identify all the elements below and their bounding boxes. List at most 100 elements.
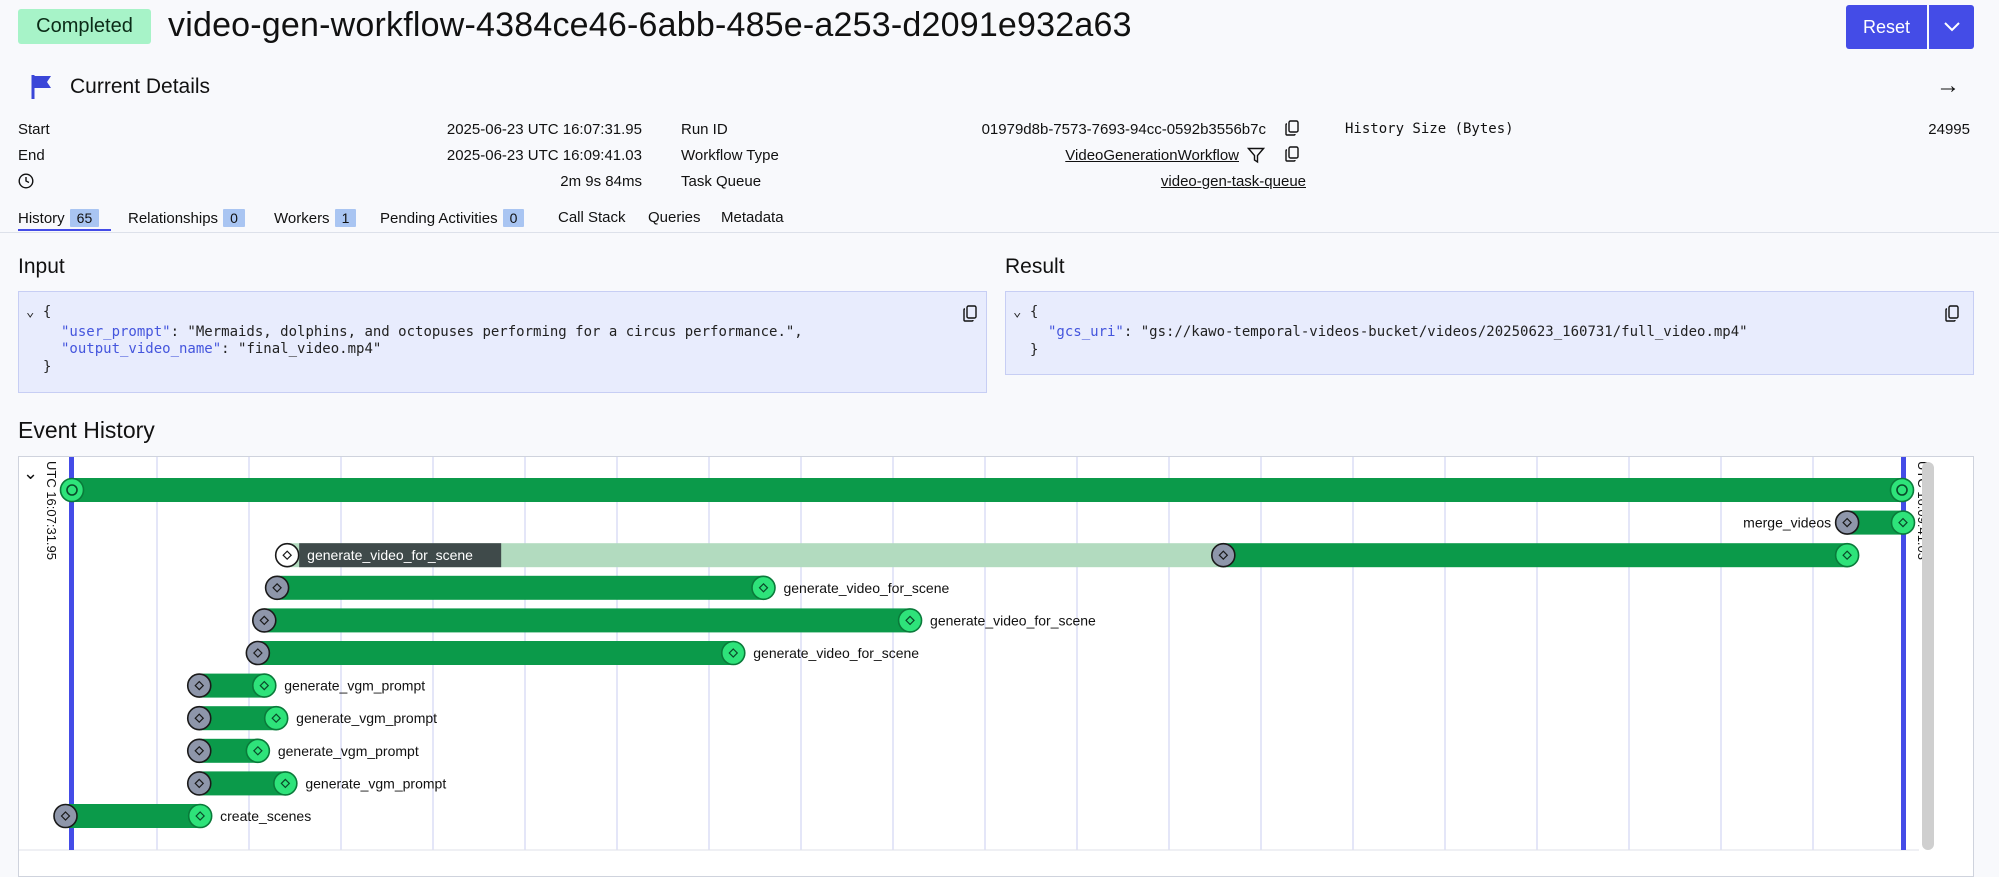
tab-call-stack[interactable]: Call Stack [558,209,626,226]
json-value: : "gs://kawo-temporal-videos-bucket/vide… [1123,324,1748,340]
history-size-value: 24995 [1928,121,1970,138]
duration-value: 2m 9s 84ms [560,173,642,190]
start-time-label: UTC 16:07:31.95 [44,461,59,560]
reset-button[interactable]: Reset [1846,5,1927,49]
activity-label: merge_videos [1743,515,1831,531]
tab-metadata[interactable]: Metadata [721,209,784,226]
event-node[interactable] [245,640,271,666]
arrow-right-icon[interactable]: → [1936,72,1960,100]
tab-label: History [18,209,65,227]
event-node[interactable] [263,705,289,731]
clock-icon [18,173,34,189]
event-node[interactable] [274,542,300,568]
tab-queries[interactable]: Queries [648,209,701,226]
activity-label: generate_video_for_scene [307,547,473,563]
event-node[interactable] [751,575,776,601]
tab-count: 0 [502,209,525,227]
run-id-label: Run ID [681,121,728,138]
activity-label: generate_video_for_scene [930,612,1096,628]
json-line: ⌄ { [26,304,51,321]
input-title: Input [18,255,65,278]
event-node[interactable] [251,608,277,633]
event-node[interactable] [720,640,746,666]
event-node[interactable] [1834,510,1860,535]
end-label: End [18,147,45,164]
json-line: "gcs_uri": "gs://kawo-temporal-videos-bu… [1048,324,1748,341]
activity-label: generate_vgm_prompt [278,743,419,759]
event-node[interactable] [186,705,212,731]
event-node[interactable] [187,803,213,829]
tab-label: Metadata [721,209,784,226]
history-size-label: History Size (Bytes) [1345,121,1514,137]
event-node[interactable] [251,673,277,698]
activity-bar[interactable] [199,771,286,796]
tab-workers[interactable]: Workers 1 [274,209,357,227]
tab-count: 1 [334,209,357,227]
event-node[interactable] [273,771,298,796]
workflow-type-link[interactable]: VideoGenerationWorkflow [1065,147,1239,164]
tab-count: 0 [223,209,245,227]
tab-pending-activities[interactable]: Pending Activities 0 [380,209,525,227]
tab-relationships[interactable]: Relationships 0 [128,209,245,227]
json-brace: } [1030,342,1039,358]
workflow-bar[interactable] [71,478,1903,502]
event-node[interactable] [1211,542,1236,568]
active-tab-indicator [18,229,111,231]
vertical-scrollbar[interactable] [1922,462,1934,850]
timeline-start-line [69,457,74,850]
activity-label: generate_vgm_prompt [284,678,425,694]
event-node[interactable] [1890,510,1916,535]
tab-label: Pending Activities [380,209,498,227]
event-node[interactable] [1834,542,1860,568]
json-brace: } [43,359,52,375]
json-key: "output_video_name" [61,341,222,357]
activity-label: generate_vgm_prompt [296,710,437,726]
start-label: Start [18,121,50,138]
copy-icon[interactable] [1944,305,1960,323]
json-line: ⌄ { [1013,304,1038,321]
copy-icon[interactable] [1284,120,1300,136]
activity-bar[interactable] [264,608,911,633]
json-value: : "final_video.mp4" [221,341,382,357]
copy-icon[interactable] [1284,146,1300,162]
filter-icon[interactable] [1247,147,1265,164]
event-node[interactable] [59,477,85,503]
json-line: "user_prompt": "Mermaids, dolphins, and … [61,324,803,341]
tabs-divider [0,232,1999,233]
tab-history[interactable]: History 65 [18,209,100,227]
json-key: "user_prompt" [61,324,171,340]
copy-icon[interactable] [962,305,978,323]
json-line: "output_video_name": "final_video.mp4" [61,341,381,358]
task-queue-link[interactable]: video-gen-task-queue [1161,173,1306,190]
activity-bar[interactable] [65,804,201,828]
collapse-chevron-icon[interactable]: ⌄ [1013,304,1021,320]
event-node[interactable] [53,803,78,829]
workflow-type-label: Workflow Type [681,147,779,164]
page-title: video-gen-workflow-4384ce46-6abb-485e-a2… [168,6,1132,44]
activity-label: generate_video_for_scene [783,580,949,596]
json-key: "gcs_uri" [1048,324,1124,340]
timeline-chart[interactable]: UTC 16:07:31.95UTC 16:09:41.03⌄merge_vid… [19,457,1973,876]
activity-bar[interactable] [257,641,734,665]
task-queue-label: Task Queue [681,173,762,190]
event-node[interactable] [897,608,923,633]
json-brace: { [1029,304,1039,320]
start-value: 2025-06-23 UTC 16:07:31.95 [446,121,642,138]
event-node[interactable] [1889,477,1915,503]
event-node[interactable] [264,575,290,601]
activity-bar[interactable] [1223,543,1848,568]
reset-dropdown-button[interactable] [1929,5,1974,49]
tab-label: Workers [274,209,330,227]
event-node[interactable] [245,738,271,764]
chevron-down-icon [1943,22,1960,32]
event-node[interactable] [186,771,212,796]
run-id-value: 01979d8b-7573-7693-94cc-0592b3556b7c [981,121,1266,138]
json-brace: { [42,304,52,320]
activity-bar[interactable] [277,575,764,600]
event-node[interactable] [186,738,212,764]
event-history-timeline[interactable]: UTC 16:07:31.95UTC 16:09:41.03⌄merge_vid… [18,456,1974,877]
collapse-chevron-icon[interactable]: ⌄ [23,463,38,483]
event-node[interactable] [186,673,212,698]
tab-label: Queries [648,209,701,226]
collapse-chevron-icon[interactable]: ⌄ [26,304,34,320]
